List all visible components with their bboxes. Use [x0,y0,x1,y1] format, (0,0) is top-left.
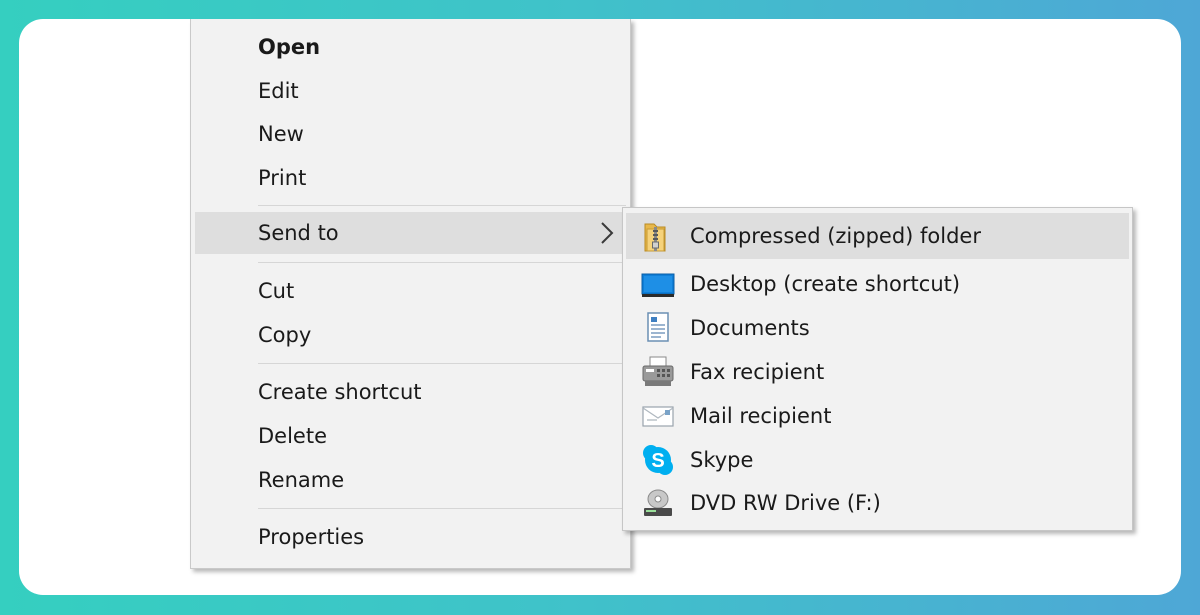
menu-item-rename[interactable]: Rename [258,463,344,497]
svg-text:S: S [651,450,664,472]
submenu-item-compressed-folder[interactable]: Compressed (zipped) folder [690,219,981,253]
context-menu: Open Edit New Print Send to Cut Copy Cre… [190,19,631,569]
documents-icon [641,311,675,345]
menu-item-print[interactable]: Print [258,161,306,195]
send-to-submenu: Compressed (zipped) folder Desktop (crea… [622,207,1133,531]
menu-item-send-to[interactable]: Send to [258,216,339,250]
submenu-item-fax-recipient[interactable]: Fax recipient [690,355,824,389]
dvd-drive-icon [641,486,675,520]
submenu-item-mail-recipient[interactable]: Mail recipient [690,399,831,433]
menu-item-new[interactable]: New [258,117,304,151]
submenu-item-skype[interactable]: Skype [690,443,753,477]
content-card: Open Edit New Print Send to Cut Copy Cre… [19,19,1181,595]
chevron-right-icon [593,218,621,248]
menu-separator [258,363,626,364]
desktop-icon [641,268,675,302]
menu-item-delete[interactable]: Delete [258,419,327,453]
skype-icon: S [641,443,675,477]
menu-item-properties[interactable]: Properties [258,520,364,554]
zip-folder-icon [641,218,675,252]
menu-item-edit[interactable]: Edit [258,74,299,108]
menu-item-copy[interactable]: Copy [258,318,311,352]
submenu-item-dvd-drive[interactable]: DVD RW Drive (F:) [690,486,881,520]
menu-separator [258,205,626,206]
menu-separator [258,508,626,509]
menu-separator [258,262,626,263]
fax-icon [641,355,675,389]
menu-item-cut[interactable]: Cut [258,274,294,308]
mail-icon [641,399,675,433]
menu-item-open[interactable]: Open [258,30,320,64]
submenu-item-desktop[interactable]: Desktop (create shortcut) [690,267,960,301]
submenu-item-documents[interactable]: Documents [690,311,810,345]
menu-item-create-shortcut[interactable]: Create shortcut [258,375,422,409]
